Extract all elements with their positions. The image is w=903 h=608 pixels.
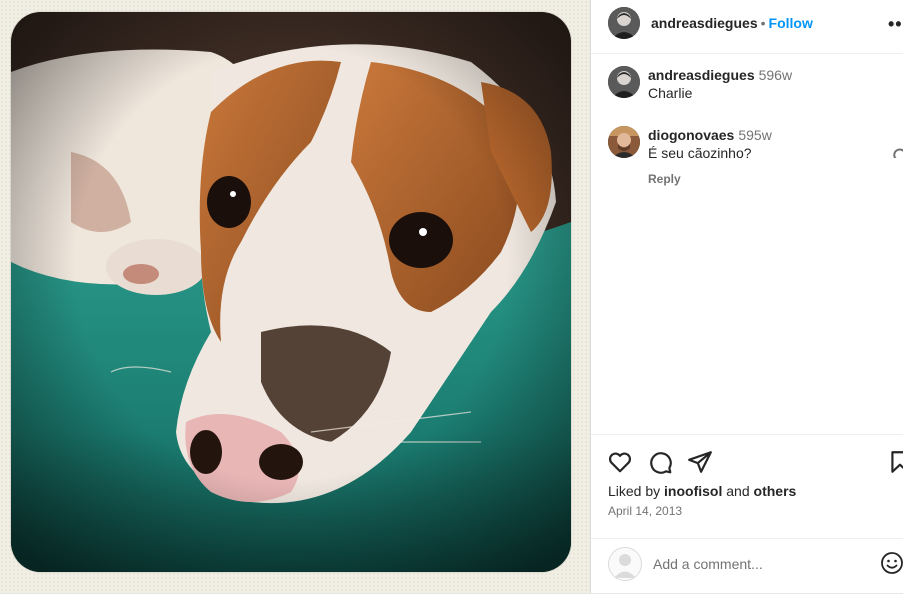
- commenter-avatar[interactable]: [608, 126, 640, 158]
- header-row: andreasdiegues • Follow: [651, 15, 813, 31]
- comment-text: É seu cãozinho?: [648, 145, 752, 161]
- post-image-pane: [0, 0, 590, 593]
- caption-time[interactable]: 596w: [759, 67, 792, 83]
- share-icon[interactable]: [687, 449, 713, 475]
- comment-time[interactable]: 595w: [738, 127, 771, 143]
- more-icon[interactable]: •••: [888, 14, 903, 35]
- post-header: andreasdiegues•Follow •••: [591, 0, 903, 54]
- likes-user[interactable]: inoofisol: [664, 483, 722, 499]
- caption-username[interactable]: andreasdiegues: [648, 67, 755, 83]
- current-user-avatar: [608, 547, 642, 581]
- commenter-username[interactable]: diogonovaes: [648, 127, 734, 143]
- caption-text: Charlie: [648, 85, 693, 101]
- post-details-panel: andreasdiegues•Follow ••• andreasdiegues…: [590, 0, 903, 593]
- comment-icon[interactable]: [647, 449, 673, 475]
- caption-avatar[interactable]: [608, 66, 640, 98]
- author-avatar-image: [608, 7, 640, 39]
- author-username[interactable]: andreasdiegues: [651, 15, 758, 31]
- action-bar: Liked by inoofisol and others April 14, …: [591, 434, 903, 518]
- reply-button[interactable]: Reply: [648, 170, 898, 188]
- caption-avatar-image: [608, 66, 640, 98]
- comment-body: diogonovaes 595w É seu cãozinho? Reply: [648, 126, 898, 188]
- author-avatar[interactable]: [608, 7, 640, 39]
- dog-photo-illustration: [11, 12, 571, 572]
- post-date[interactable]: April 14, 2013: [608, 504, 682, 518]
- likes-others[interactable]: others: [754, 483, 797, 499]
- likes-conj: and: [726, 483, 750, 499]
- follow-button[interactable]: Follow: [769, 15, 813, 31]
- likes-summary: Liked by inoofisol and others: [608, 483, 796, 499]
- heart-icon[interactable]: [607, 449, 633, 475]
- add-comment-bar: [591, 538, 903, 594]
- comment-like-heart-icon[interactable]: [892, 146, 903, 158]
- add-comment-input[interactable]: [651, 553, 865, 575]
- emoji-icon[interactable]: [880, 551, 903, 575]
- comment-item: diogonovaes 595w É seu cãozinho? Reply: [608, 126, 903, 196]
- likes-prefix: Liked by: [608, 483, 661, 499]
- caption-comment: andreasdiegues 596w Charlie: [608, 66, 903, 106]
- post-photo[interactable]: [11, 12, 571, 572]
- commenter-avatar-image: [608, 126, 640, 158]
- bookmark-icon[interactable]: [887, 449, 903, 475]
- separator-dot: •: [760, 15, 766, 31]
- caption-body: andreasdiegues 596w Charlie: [648, 66, 898, 102]
- bottom-strip: [0, 593, 903, 608]
